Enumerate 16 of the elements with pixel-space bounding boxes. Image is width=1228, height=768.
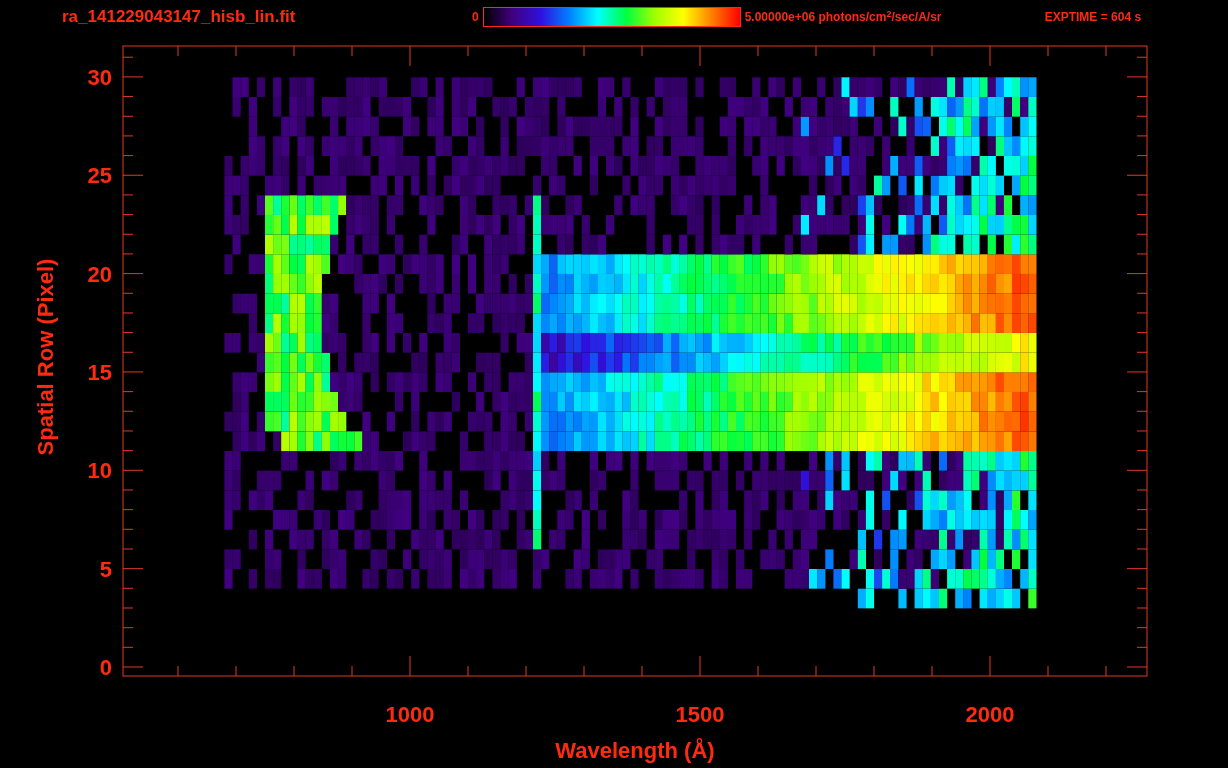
colorbar-max-label: 5.00000e+06 photons/cm$^{2}$/sec/A/sr xyxy=(744,8,943,26)
exposure-time: EXPTIME = 604 s xyxy=(1044,9,1142,26)
y-axis-label: Spatial Row (Pixel) xyxy=(33,258,58,456)
y-tick-label: 10 xyxy=(87,458,112,484)
y-tick-label: 15 xyxy=(87,359,112,385)
file-title: ra_141229043147_hisb_lin.fit xyxy=(62,6,297,29)
x-tick-label: 1000 xyxy=(385,702,435,727)
x-tick-label: 2000 xyxy=(965,702,1015,727)
y-tick-label: 25 xyxy=(87,163,112,189)
y-tick-label: 20 xyxy=(87,261,112,287)
y-tick-label: 30 xyxy=(87,64,112,90)
colorbar-min-label: 0 xyxy=(472,9,479,26)
x-axis-label: Wavelength (Å) xyxy=(555,738,715,763)
x-tick-label: 1500 xyxy=(675,702,725,727)
y-tick-label: 5 xyxy=(99,556,112,582)
y-tick-label: 0 xyxy=(99,655,112,680)
